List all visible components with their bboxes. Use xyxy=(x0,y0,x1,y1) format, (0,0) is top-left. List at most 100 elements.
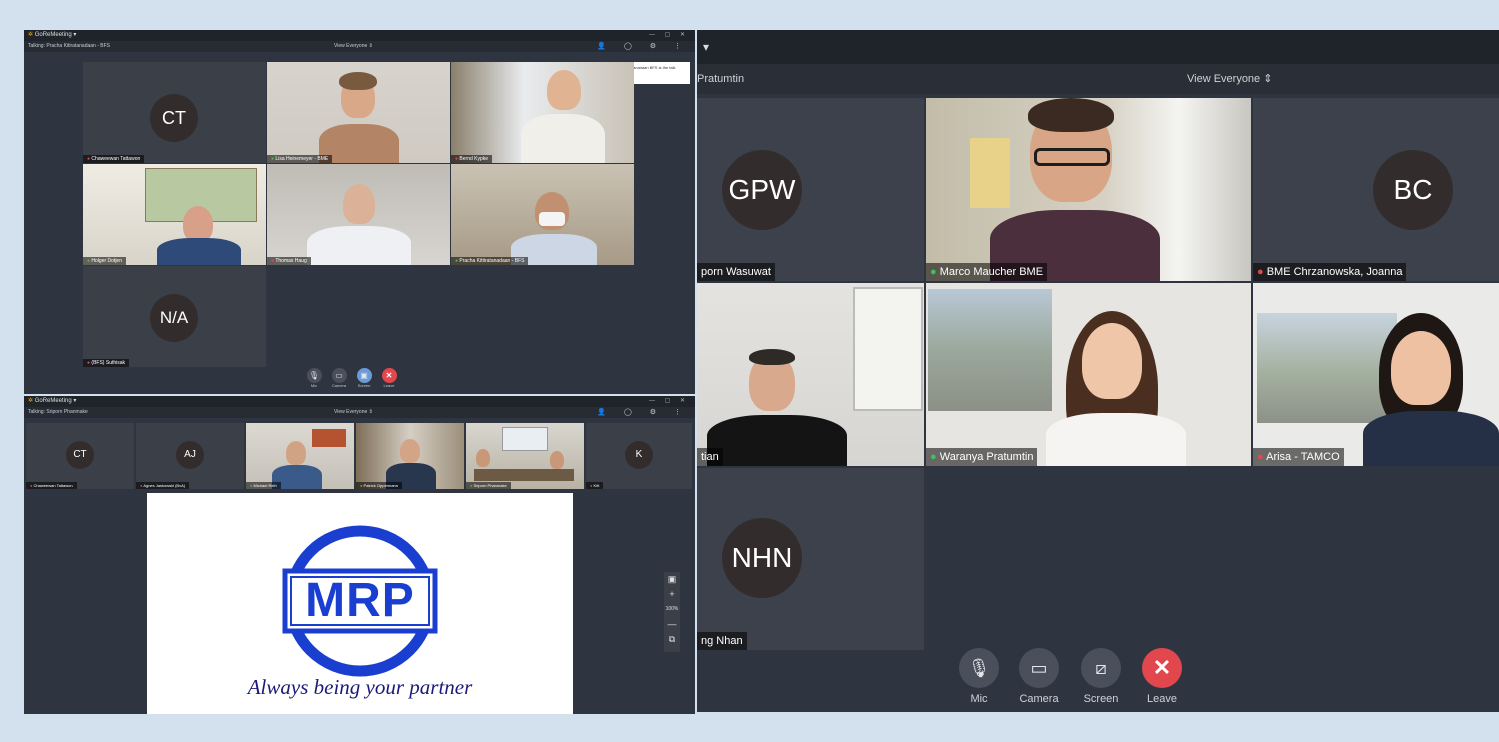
video-tile[interactable]: tian xyxy=(697,283,924,466)
participant-name-tag: ● (BFS) Suthisak xyxy=(83,359,130,367)
participant-name: Sriporn Phanmake xyxy=(473,483,507,488)
zoom-out-button[interactable]: — xyxy=(664,617,680,632)
factory-poster xyxy=(1257,313,1397,423)
participant-body xyxy=(1363,411,1499,466)
video-tile[interactable]: GPW porn Wasuwat xyxy=(697,98,924,281)
participant-name: (BFS) Suthisak xyxy=(91,360,126,366)
participant-group xyxy=(550,451,564,469)
mic-on-icon: ● xyxy=(87,258,91,264)
video-tile[interactable]: CT ● Chaweewan Tattawon xyxy=(26,423,134,489)
toolbar-icons[interactable]: 👤 ◯ ⚙ ⋮ xyxy=(597,407,689,418)
video-tile[interactable]: ● Pracha Kittiratanadaan - BFS xyxy=(451,164,634,265)
screen-button[interactable]: ▣ Screen xyxy=(354,368,374,388)
mic-button[interactable]: 🎙 Mic xyxy=(304,368,324,388)
popout-icon[interactable]: ⧉ xyxy=(664,632,680,647)
wall-poster xyxy=(970,138,1010,208)
video-tile[interactable]: ● Sriporn Phanmake xyxy=(466,423,584,489)
window-2-talkbar: Talking: Sriporn Phanmake View Everyone … xyxy=(24,407,695,418)
mic-button[interactable]: 🎙 Mic xyxy=(955,648,1003,705)
toolbar-icons[interactable]: 👤 ◯ ⚙ ⋮ xyxy=(597,41,689,52)
participant-head xyxy=(286,441,306,465)
participant-name-tag: porn Wasuwat xyxy=(697,263,775,281)
app-logo-icon: ✲ xyxy=(28,398,34,404)
window-controls[interactable]: — ▢ ✕ xyxy=(649,30,689,41)
avatar-initials: BC xyxy=(1393,174,1433,205)
participant-name: Arisa - TAMCO xyxy=(1266,451,1340,463)
video-tile[interactable]: ● Michael Reih xyxy=(246,423,354,489)
camera-off-icon: ▭ xyxy=(1019,648,1059,688)
view-everyone-select[interactable]: View Everyone ⇕ xyxy=(334,41,373,52)
avatar: K xyxy=(625,441,653,469)
video-tile[interactable]: ● Lisa Heinemeyer - BME xyxy=(267,62,450,163)
meeting-table xyxy=(474,469,574,481)
chevron-down-icon[interactable]: ▾ xyxy=(703,40,709,54)
participant-name-tag: tian xyxy=(697,448,723,466)
avatar: GPW xyxy=(722,150,802,230)
camera-icon: ▭ xyxy=(331,368,347,383)
view-label: View Everyone xyxy=(334,409,368,415)
talking-indicator: Talking: Sriporn Phanmake xyxy=(28,409,88,415)
view-everyone-select[interactable]: View Everyone ⇕ xyxy=(334,407,373,418)
participant-name: BME Chrzanowska, Joanna xyxy=(1266,266,1403,278)
video-tile[interactable]: N/A ● (BFS) Suthisak xyxy=(83,266,266,367)
camera-snapshot-icon[interactable]: ▣ xyxy=(664,572,680,587)
view-everyone-select[interactable]: View Everyone ⇕ xyxy=(1187,64,1272,94)
participant-hair xyxy=(1028,98,1114,132)
camera-button[interactable]: ▭ Camera xyxy=(329,368,349,388)
avatar-initials: GPW xyxy=(728,174,796,205)
mic-label: Mic xyxy=(310,383,318,388)
avatar-initials: CT xyxy=(162,108,186,128)
window-2-app-title: GoReMeeting xyxy=(34,398,72,404)
leave-button[interactable]: ✕ Leave xyxy=(379,368,399,388)
shared-screen[interactable]: MRP Always being your partner xyxy=(147,493,573,714)
participant-name-tag: ● Chaweewan Tattawon xyxy=(26,482,77,489)
camera-button[interactable]: ▭ Camera xyxy=(1015,648,1063,705)
mic-off-icon: ● xyxy=(1257,451,1264,463)
avatar: CT xyxy=(66,441,94,469)
zoom-level: 100% xyxy=(665,606,679,612)
participant-name: Kitt xyxy=(593,483,600,488)
tagline: Always being your partner xyxy=(247,675,473,699)
screen-icon: ▣ xyxy=(356,368,372,383)
participant-head xyxy=(400,439,420,463)
video-tile[interactable]: NHN ng Nhan xyxy=(697,468,924,650)
video-tile[interactable]: ● Thomas Haug xyxy=(267,164,450,265)
video-tile[interactable]: ● Marco Maucher BME xyxy=(926,98,1251,281)
avatar-initials: NHN xyxy=(731,542,793,573)
mic-on-icon: ● xyxy=(455,258,459,264)
video-tile[interactable]: AJ ● Agnes Jaskowski (BvA) xyxy=(136,423,244,489)
window-controls[interactable]: — ▢ ✕ xyxy=(649,396,689,407)
zoom-in-button[interactable]: + xyxy=(664,587,680,602)
avatar-initials: CT xyxy=(73,449,87,460)
participant-head xyxy=(1082,323,1142,399)
screen-share-icon: ⧄ xyxy=(1081,648,1121,688)
video-tile[interactable]: ● Patrick Oppermann xyxy=(356,423,464,489)
avatar: CT xyxy=(150,94,198,142)
participant-name-tag: ● Kitt xyxy=(586,482,604,489)
video-tile[interactable]: CT ● Chaweewan Tattawon xyxy=(83,62,266,163)
mic-on-icon: ● xyxy=(930,451,937,463)
mic-label: Mic xyxy=(970,693,988,705)
video-tile[interactable]: ● Arisa - TAMCO xyxy=(1253,283,1499,466)
screen-button[interactable]: ⧄ Screen xyxy=(1077,648,1125,705)
screen-label: Screen xyxy=(357,383,371,388)
mic-icon: 🎙 xyxy=(306,368,322,383)
video-tile[interactable]: ● Bernd Kypke xyxy=(451,62,634,163)
participant-name-tag: ● Waranya Pratumtin xyxy=(926,448,1038,466)
participant-name: ng Nhan xyxy=(701,635,743,647)
factory-poster xyxy=(928,289,1052,411)
video-tile[interactable]: K ● Kitt xyxy=(586,423,692,489)
video-tile[interactable]: ● Waranya Pratumtin xyxy=(926,283,1251,466)
view-label: View Everyone xyxy=(1187,73,1261,85)
mic-off-icon: ● xyxy=(590,483,593,488)
window-1-talkbar: Talking: Pracha Kitiratanadaan - BFS Vie… xyxy=(24,41,695,52)
video-tile[interactable]: ● Holger Dotjen xyxy=(83,164,266,265)
leave-button[interactable]: ✕ Leave xyxy=(1138,648,1186,705)
mic-off-icon: ● xyxy=(1257,266,1264,278)
talking-indicator: Pratumtin xyxy=(697,73,745,85)
mic-off-icon: 🎙 xyxy=(959,648,999,688)
mic-on-icon: ● xyxy=(250,483,253,488)
video-tile[interactable]: BC ● BME Chrzanowska, Joanna xyxy=(1253,98,1499,281)
talking-indicator: Talking: Pracha Kitiratanadaan - BFS xyxy=(28,43,110,49)
mic-off-icon: ● xyxy=(87,156,91,162)
